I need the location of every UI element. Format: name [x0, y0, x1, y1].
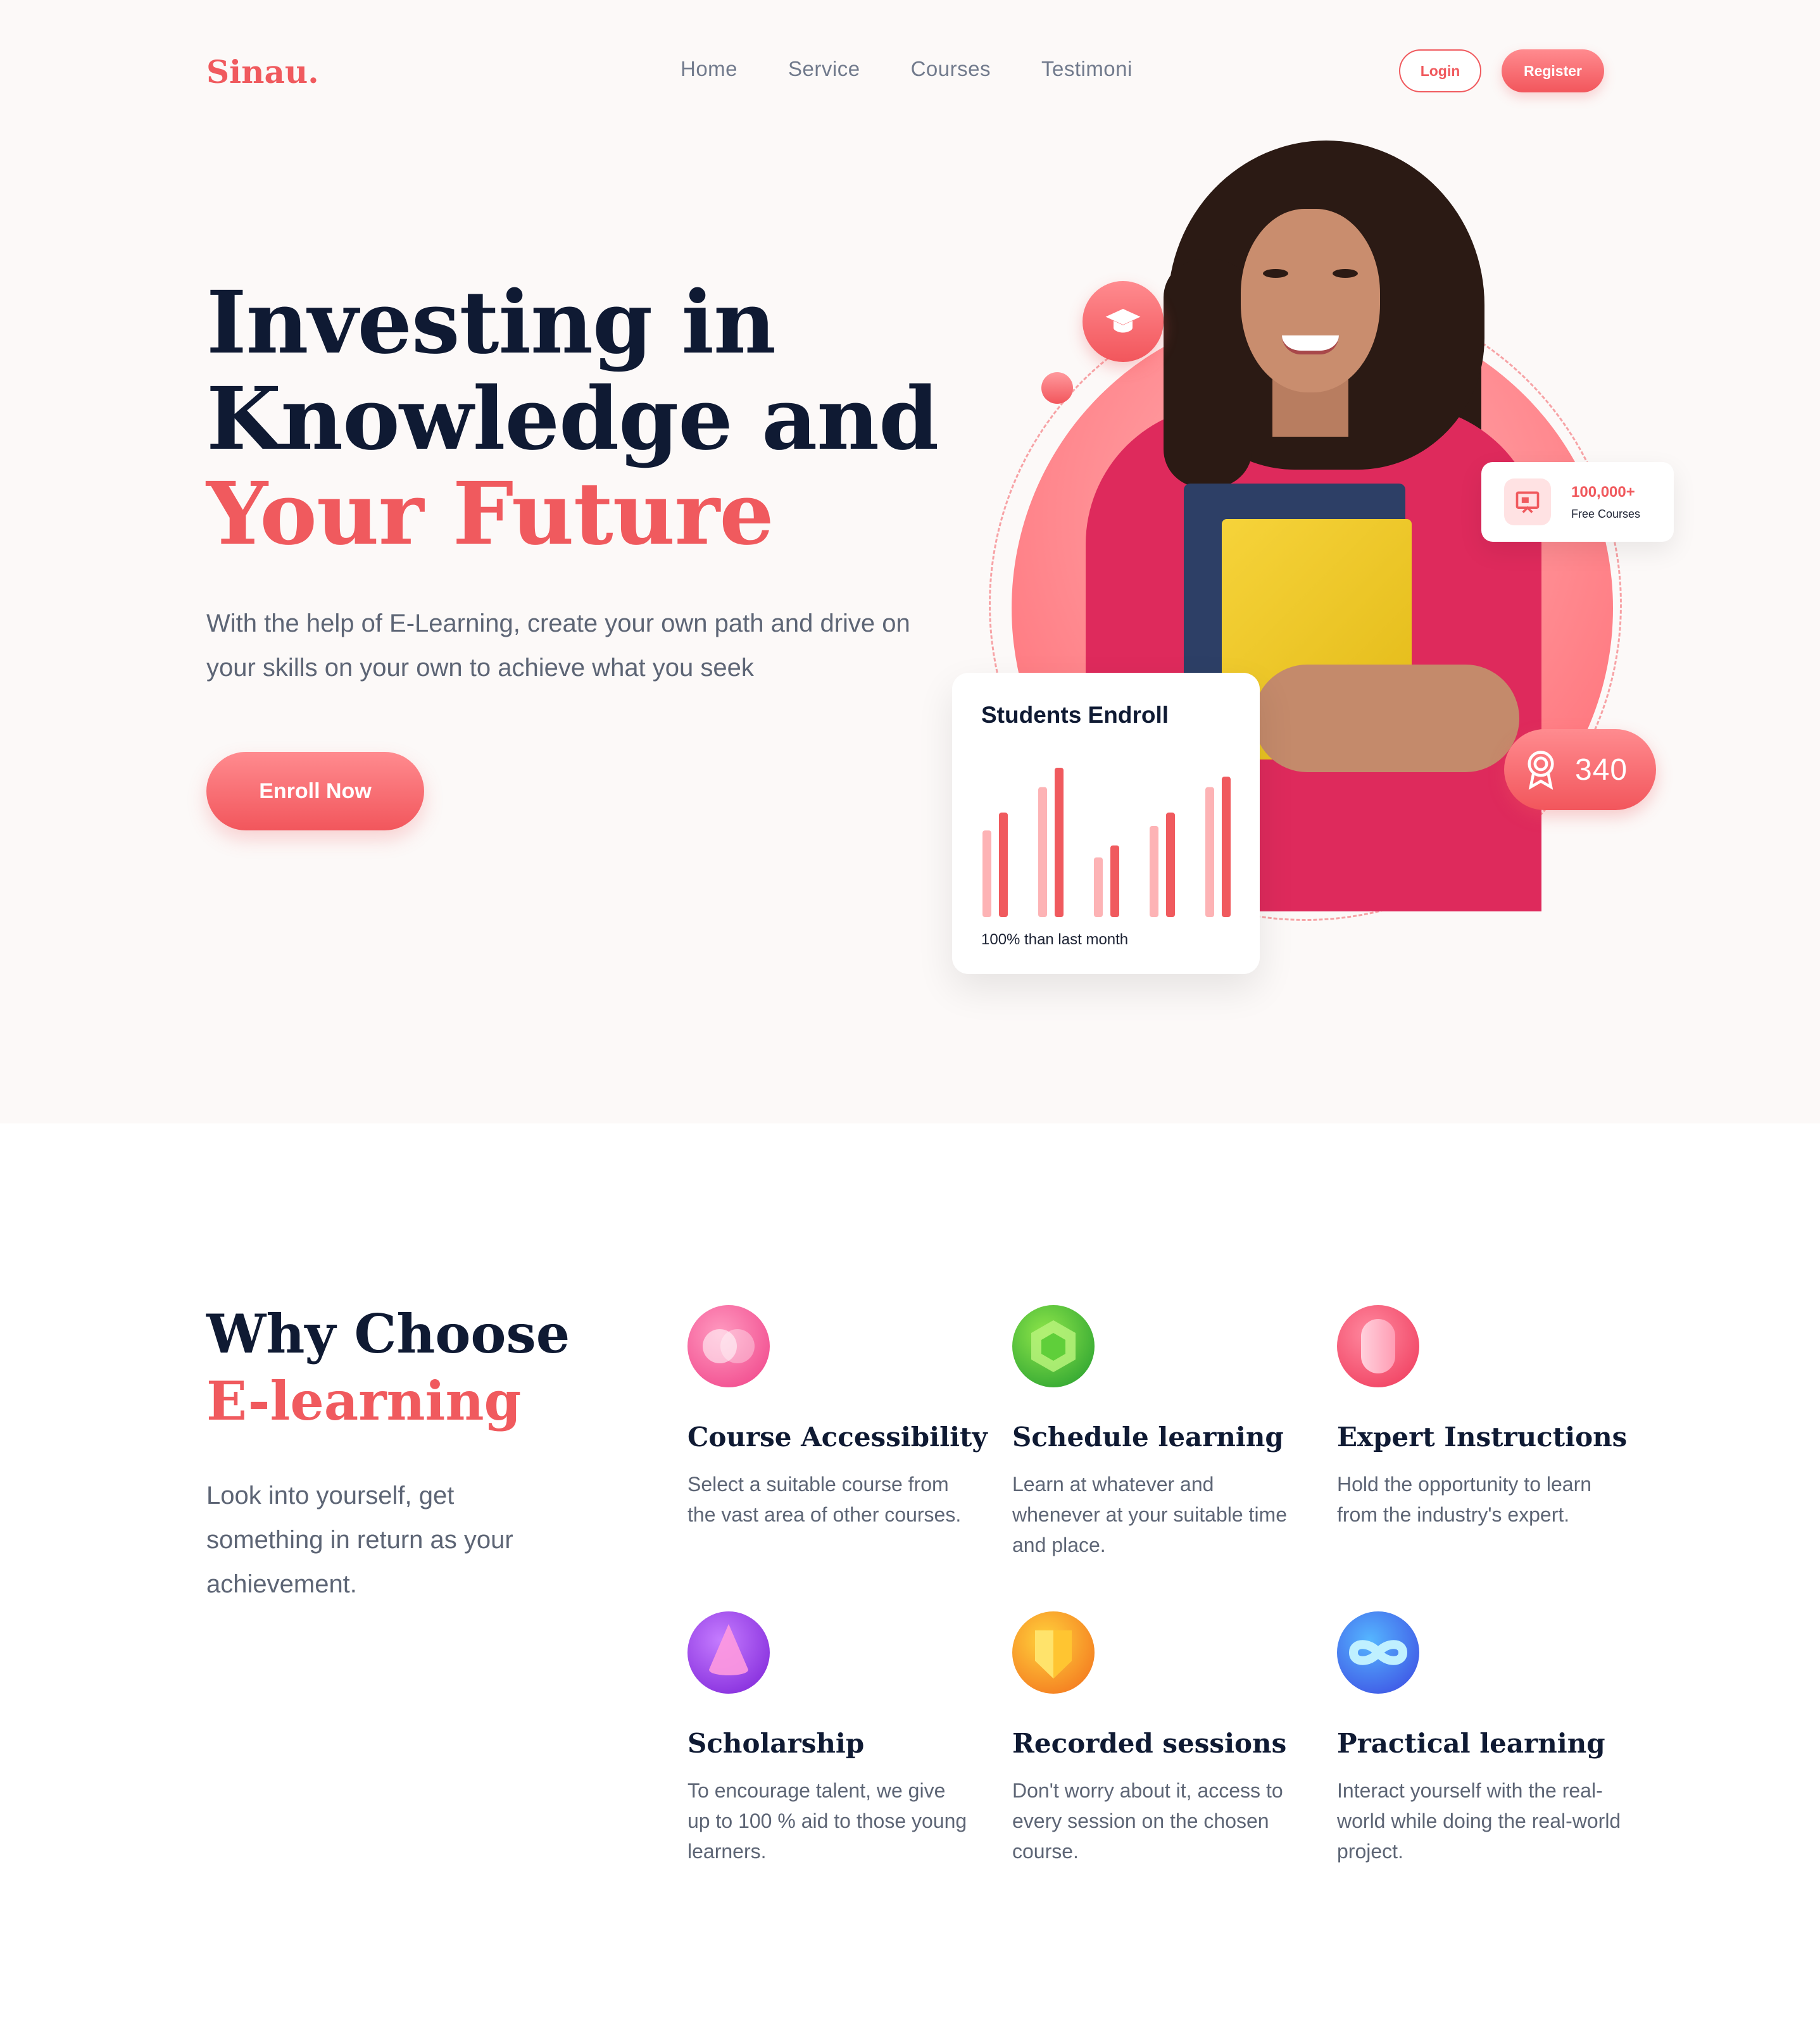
nav-courses[interactable]: Courses	[911, 57, 991, 81]
feature-title: Recorded sessions	[1012, 1728, 1287, 1759]
students-card-footer: 100% than last month	[981, 931, 1129, 948]
why-title-line-1: Why Choose	[206, 1303, 570, 1365]
cylinder-icon	[1337, 1305, 1419, 1387]
decorative-dot	[1041, 372, 1073, 404]
students-card-title: Students Endroll	[981, 702, 1169, 728]
login-button[interactable]: Login	[1399, 49, 1481, 92]
presentation-icon	[1504, 478, 1551, 525]
nav-home[interactable]: Home	[681, 57, 737, 81]
nav-testimoni[interactable]: Testimoni	[1041, 57, 1133, 81]
feature-desc: Hold the opportunity to learn from the i…	[1337, 1473, 1592, 1526]
bar-dark-2	[1110, 845, 1119, 917]
award-badge: 340	[1504, 729, 1656, 810]
students-enroll-card: Students Endroll 100% than last month	[952, 673, 1260, 974]
shield-icon	[1012, 1611, 1095, 1694]
feature-practical-learning: Practical learning Interact yourself wit…	[1337, 1611, 1628, 1866]
feature-desc: To encourage talent, we give up to 100 %…	[687, 1779, 967, 1863]
hero-title-line-3: Your Future	[206, 463, 774, 565]
courses-label: Free Courses	[1571, 508, 1641, 520]
award-count: 340	[1575, 753, 1628, 787]
bar-light-0	[982, 830, 991, 917]
enroll-now-button[interactable]: Enroll Now	[206, 752, 424, 830]
free-courses-card: 100,000+ Free Courses	[1481, 462, 1674, 542]
hero-title-line-2: Knowledge and	[206, 368, 939, 470]
feature-desc: Don't worry about it, access to every se…	[1012, 1779, 1283, 1863]
feature-title: Scholarship	[687, 1728, 865, 1759]
award-icon	[1528, 751, 1554, 790]
gem-icon	[1012, 1305, 1095, 1387]
why-title-line-2: E-learning	[206, 1370, 522, 1432]
register-button[interactable]: Register	[1502, 49, 1604, 92]
bar-light-3	[1150, 826, 1158, 917]
why-subtitle: Look into yourself, get something in ret…	[206, 1482, 513, 1598]
hero-title-line-1: Investing in	[206, 272, 776, 373]
feature-desc: Learn at whatever and whenever at your s…	[1012, 1473, 1287, 1556]
hero-subtitle: With the help of E-Learning, create your…	[206, 610, 910, 682]
logo[interactable]: Sinau.	[206, 53, 319, 91]
courses-count: 100,000+	[1571, 484, 1635, 501]
main-nav: Home Service Courses Testimoni	[681, 57, 1133, 81]
infinity-icon	[1337, 1611, 1419, 1694]
feature-title: Course Accessibility	[687, 1422, 988, 1453]
feature-scholarship: Scholarship To encourage talent, we give…	[687, 1611, 979, 1866]
feature-desc: Interact yourself with the real-world wh…	[1337, 1779, 1621, 1863]
hero-section: Sinau. Home Service Courses Testimoni Lo…	[0, 0, 1820, 1123]
feature-title: Expert Instructions	[1337, 1422, 1628, 1453]
circles-icon	[687, 1305, 770, 1387]
feature-schedule-learning: Schedule learning Learn at whatever and …	[1012, 1305, 1303, 1560]
bar-dark-1	[1055, 768, 1064, 917]
feature-title: Practical learning	[1337, 1728, 1605, 1759]
nav-service[interactable]: Service	[788, 57, 860, 81]
feature-expert-instructions: Expert Instructions Hold the opportunity…	[1337, 1305, 1628, 1530]
graduation-cap-icon	[1083, 281, 1164, 362]
feature-recorded-sessions: Recorded sessions Don't worry about it, …	[1012, 1611, 1303, 1866]
students-bar-chart	[982, 768, 1231, 917]
feature-title: Schedule learning	[1012, 1422, 1284, 1453]
bar-light-4	[1205, 787, 1214, 917]
cone-icon	[687, 1611, 770, 1694]
feature-desc: Select a suitable course from the vast a…	[687, 1473, 962, 1526]
bar-dark-0	[999, 812, 1008, 917]
bar-dark-3	[1166, 812, 1175, 917]
bar-light-2	[1094, 857, 1103, 917]
bar-light-1	[1038, 787, 1047, 917]
bar-dark-4	[1222, 777, 1231, 917]
feature-course-accessibility: Course Accessibility Select a suitable c…	[687, 1305, 988, 1530]
